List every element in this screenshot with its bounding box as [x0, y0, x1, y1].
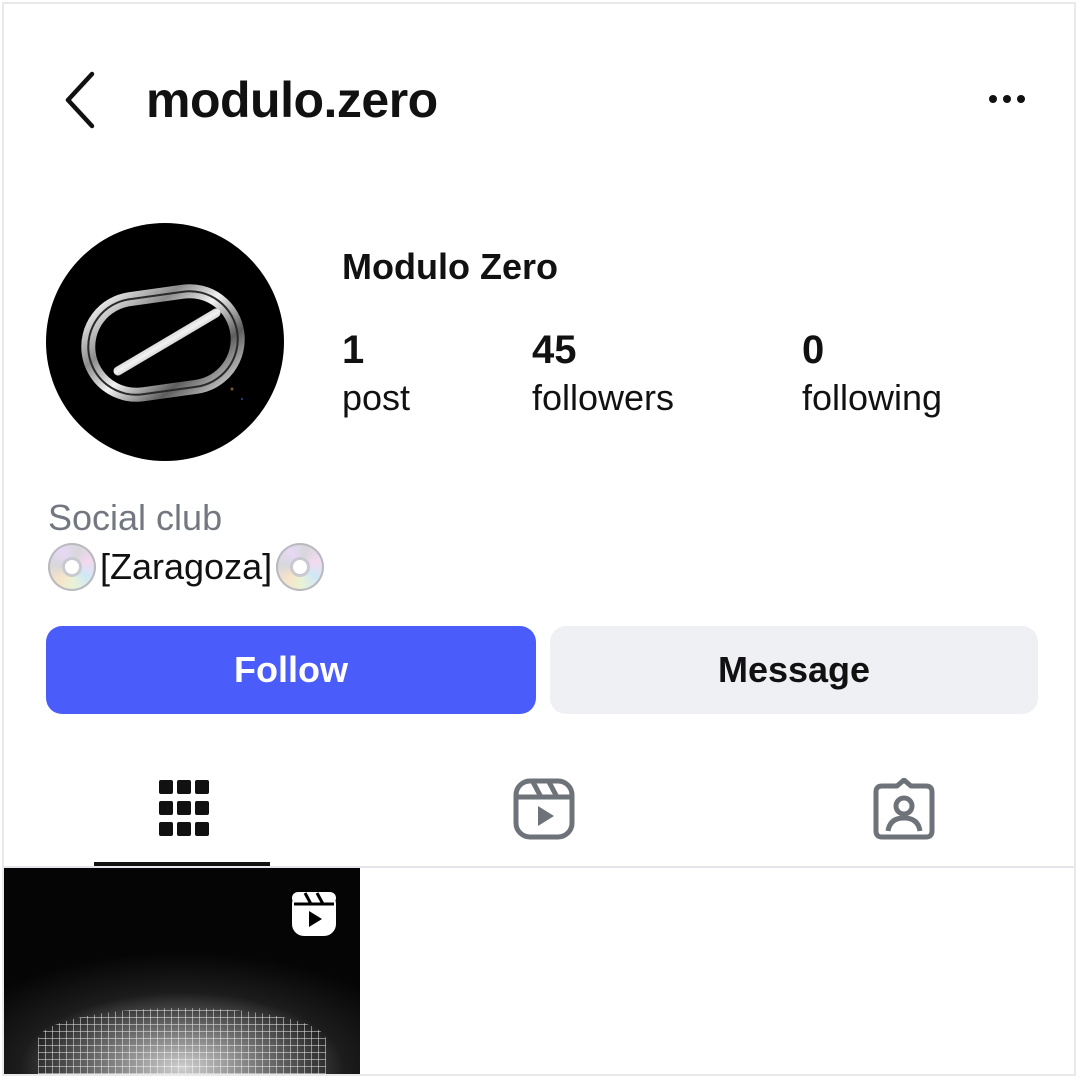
- reels-icon: [513, 778, 575, 840]
- stat-followers-count: 45: [532, 328, 577, 372]
- back-button[interactable]: [56, 68, 104, 132]
- profile-display-name: Modulo Zero: [342, 246, 558, 287]
- reel-badge-icon: [292, 892, 336, 936]
- tagged-icon: [873, 778, 935, 840]
- more-dots-icon: [989, 95, 997, 103]
- cd-disc-icon: [48, 543, 96, 591]
- stat-posts-count: 1: [342, 328, 365, 372]
- tab-reels[interactable]: [494, 764, 594, 854]
- more-dot: [1017, 95, 1025, 103]
- post-thumbnail[interactable]: [4, 868, 360, 1074]
- profile-category: Social club: [48, 497, 223, 538]
- more-dot: [1003, 95, 1011, 103]
- stat-following-count: 0: [802, 328, 825, 372]
- tab-posts-grid[interactable]: [134, 764, 234, 854]
- stat-posts-label: post: [342, 377, 411, 418]
- follow-button[interactable]: Follow: [46, 626, 536, 714]
- stat-followers-label: followers: [532, 377, 675, 418]
- profile-screen: modulo.zero Modulo Zero 1 post 45 follow…: [2, 2, 1076, 1076]
- more-options-button[interactable]: [976, 82, 1038, 116]
- avatar[interactable]: [46, 223, 284, 461]
- profile-username: modulo.zero: [146, 72, 438, 128]
- grid-icon: [159, 780, 209, 836]
- chevron-left-icon: [65, 71, 95, 129]
- cd-disc-icon: [276, 543, 325, 591]
- post-image: [38, 1008, 326, 1074]
- stat-following-label: following: [802, 377, 943, 418]
- stat-following[interactable]: 0 following: [802, 326, 942, 422]
- modulo-zero-logo-icon: [81, 284, 245, 402]
- bio-text: [Zaragoza]: [100, 546, 273, 587]
- tab-tagged[interactable]: [854, 764, 954, 854]
- stat-followers[interactable]: 45 followers: [532, 326, 674, 422]
- stat-posts[interactable]: 1 post: [342, 326, 410, 422]
- message-button[interactable]: Message: [550, 626, 1038, 714]
- profile-bio: [Zaragoza]: [48, 542, 325, 592]
